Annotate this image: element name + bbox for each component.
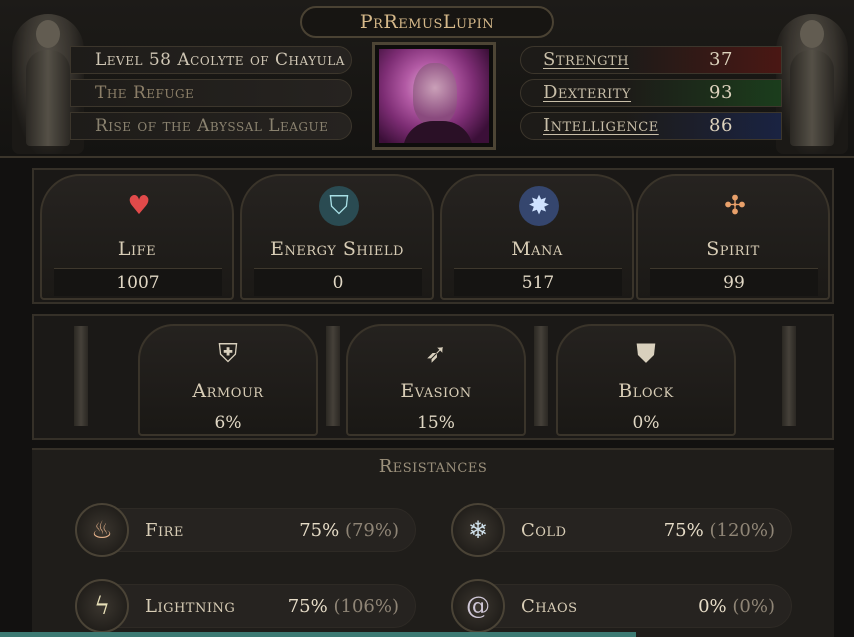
chaos-value-group: 0% (0%): [698, 585, 775, 629]
spirit-orb-icon: ✣: [724, 191, 746, 221]
statue-right-decoration: [776, 14, 848, 154]
lightning-max: (106%): [333, 596, 399, 617]
lightning-icon: ϟ: [75, 579, 129, 633]
energy-shield-label: Energy Shield: [270, 238, 404, 260]
chaos-label: Chaos: [521, 596, 578, 617]
lightning-value-group: 75% (106%): [288, 585, 399, 629]
cold-max: (120%): [709, 520, 775, 541]
heart-icon: ♥: [127, 191, 151, 221]
character-name: PrRemusLupin: [300, 6, 554, 38]
mana-value: 517: [454, 268, 622, 296]
attribute-name: Strength: [543, 49, 630, 70]
armour-icon: ⛨: [218, 338, 238, 369]
portrait-frame: [372, 42, 496, 150]
resistances-title: Resistances: [378, 456, 488, 477]
block-label: Block: [618, 380, 674, 402]
resistances-panel: Resistances ♨ Fire 75% (79%) ❄ Cold 75% …: [32, 448, 834, 637]
attribute-value: 37: [709, 49, 733, 70]
fire-value-group: 75% (79%): [299, 509, 399, 553]
pillar-decoration: [782, 326, 796, 426]
lightning-resistance-row[interactable]: ϟ Lightning 75% (106%): [75, 579, 416, 633]
block-value: 0%: [632, 413, 660, 433]
attribute-name: Dexterity: [543, 82, 632, 103]
cold-resistance-row[interactable]: ❄ Cold 75% (120%): [451, 503, 792, 557]
pillar-decoration: [74, 326, 88, 426]
evasion-stat[interactable]: ➶ Evasion 15%: [346, 324, 526, 436]
evasion-icon: ➶: [425, 339, 447, 369]
attribute-value: 93: [709, 82, 733, 103]
mana-label: Mana: [511, 238, 563, 260]
life-stat[interactable]: ♥ Life 1007: [40, 174, 234, 300]
pillar-decoration: [326, 326, 340, 426]
spirit-label: Spirit: [706, 238, 760, 260]
armour-value: 6%: [214, 413, 242, 433]
fire-icon: ♨: [75, 503, 129, 557]
life-label: Life: [117, 238, 157, 260]
chaos-spiral-icon: @: [451, 579, 505, 633]
chaos-value: 0%: [698, 596, 727, 617]
fire-resistance-row[interactable]: ♨ Fire 75% (79%): [75, 503, 416, 557]
attribute-name: Intelligence: [543, 115, 659, 136]
chaos-max: (0%): [732, 596, 775, 617]
defences-panel: ⛨ Armour 6% ➶ Evasion 15% ⛊ Block 0%: [32, 314, 834, 440]
block-stat[interactable]: ⛊ Block 0%: [556, 324, 736, 436]
energy-shield-value: 0: [254, 268, 422, 296]
cold-label: Cold: [521, 520, 567, 541]
attribute-intelligence[interactable]: Intelligence 86: [520, 112, 782, 140]
attribute-value: 86: [709, 115, 733, 136]
bottom-status-bar: [0, 632, 636, 637]
league-name: Rise of the Abyssal League: [70, 112, 352, 140]
life-value: 1007: [54, 268, 222, 296]
resources-panel: ♥ Life 1007 ⛉ Energy Shield 0 ✸ Mana 517…: [32, 168, 834, 304]
mana-star-icon: ✸: [519, 186, 559, 226]
current-area: The Refuge: [70, 79, 352, 107]
attribute-dexterity[interactable]: Dexterity 93: [520, 79, 782, 107]
cold-value: 75%: [663, 520, 704, 541]
snowflake-icon: ❄: [451, 503, 505, 557]
fire-max: (79%): [344, 520, 399, 541]
spirit-value: 99: [650, 268, 818, 296]
armour-stat[interactable]: ⛨ Armour 6%: [138, 324, 318, 436]
mana-stat[interactable]: ✸ Mana 517: [440, 174, 634, 300]
evasion-value: 15%: [417, 413, 455, 433]
attribute-strength[interactable]: Strength 37: [520, 46, 782, 74]
pillar-decoration: [534, 326, 548, 426]
cold-value-group: 75% (120%): [664, 509, 775, 553]
character-header: PrRemusLupin Level 58 Acolyte of Chayula…: [0, 0, 854, 158]
chaos-resistance-row[interactable]: @ Chaos 0% (0%): [451, 579, 792, 633]
spirit-stat[interactable]: ✣ Spirit 99: [636, 174, 830, 300]
evasion-label: Evasion: [400, 380, 472, 402]
lightning-value: 75%: [287, 596, 328, 617]
armour-label: Armour: [192, 380, 264, 402]
block-shield-icon: ⛊: [636, 338, 656, 369]
character-portrait: [379, 49, 489, 143]
fire-value: 75%: [299, 520, 340, 541]
shield-crest-icon: ⛉: [319, 186, 359, 226]
level-class-line: Level 58 Acolyte of Chayula: [70, 46, 352, 74]
lightning-label: Lightning: [145, 596, 236, 617]
energy-shield-stat[interactable]: ⛉ Energy Shield 0: [240, 174, 434, 300]
fire-label: Fire: [145, 520, 184, 541]
